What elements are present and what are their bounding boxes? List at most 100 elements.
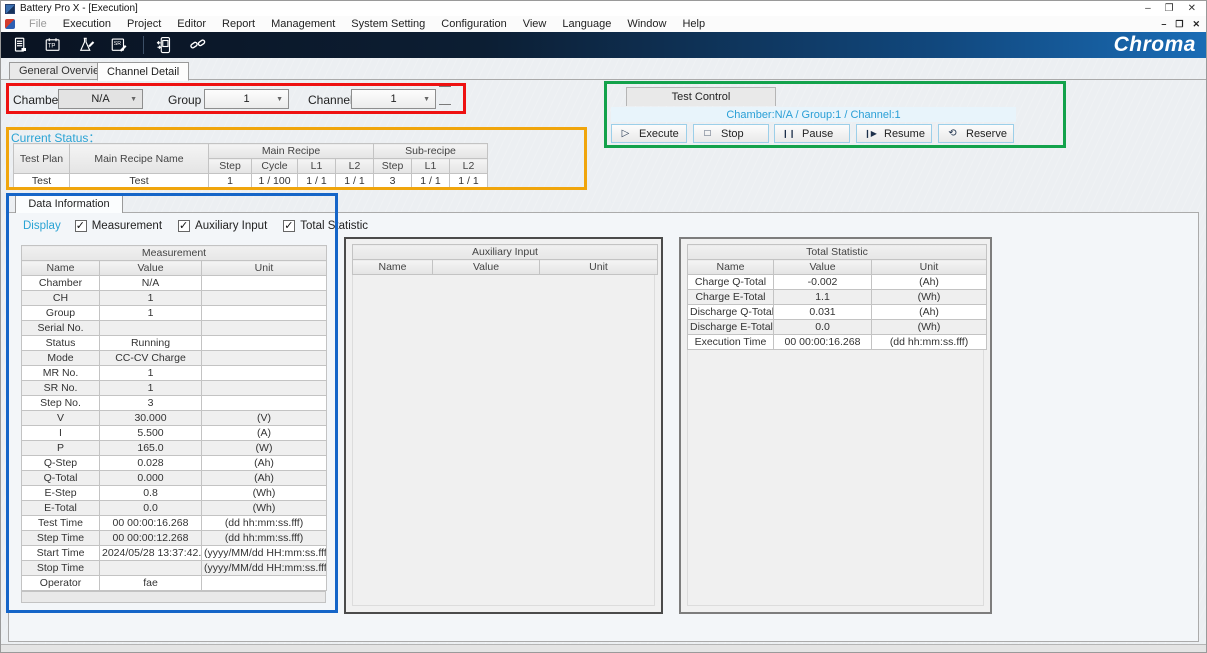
menu-language[interactable]: Language [554,18,619,30]
table-row: Charge E-Total1.1(Wh) [688,290,987,305]
table-row: ModeCC-CV Charge [22,351,327,366]
resume-label: Resume [884,128,925,140]
table-cell: SR No. [22,381,100,396]
table-cell: Start Time [22,546,100,561]
title-bar: Battery Pro X - [Execution] – ❐ ✕ [1,1,1206,16]
table-row: MR No.1 [22,366,327,381]
menu-management[interactable]: Management [263,18,343,30]
table-cell: (V) [202,411,327,426]
collapse-handle[interactable] [439,86,451,87]
table-cell: (Ah) [202,471,327,486]
mdi-close-icon[interactable]: ✕ [1192,19,1200,30]
col-sub-l1: L1 [412,159,450,174]
menu-execution[interactable]: Execution [55,18,119,30]
collapse-handle[interactable] [439,104,451,105]
total-statistic-checkbox[interactable] [283,220,295,232]
table-cell: (dd hh:mm:ss.fff) [202,516,327,531]
execute-label: Execute [639,128,679,140]
app-window: Battery Pro X - [Execution] – ❐ ✕ File E… [0,0,1207,653]
menu-project[interactable]: Project [119,18,169,30]
total-statistic-checkbox-group[interactable]: Total Statistic [283,220,368,232]
test-control-tab[interactable]: Test Control [626,87,776,106]
menu-help[interactable]: Help [674,18,713,30]
menu-window[interactable]: Window [619,18,674,30]
device-transfer-icon[interactable] [154,35,176,55]
table-cell [202,291,327,306]
table-cell: -0.002 [774,275,872,290]
col-test-plan: Test Plan [14,144,70,174]
auxiliary-input-checkbox-group[interactable]: Auxiliary Input [178,220,267,232]
pause-button[interactable]: ❙❙ Pause [774,124,850,143]
table-row: Step No.3 [22,396,327,411]
mdi-document-icon [5,19,15,29]
mdi-window-controls: – ❐ ✕ [1161,19,1206,30]
table-row: SR No.1 [22,381,327,396]
menu-report[interactable]: Report [214,18,263,30]
measurement-table: Measurement Name Value Unit ChamberN/ACH… [21,245,327,591]
table-cell: Operator [22,576,100,591]
test-plan-editor-icon[interactable]: TP [42,35,64,55]
table-row: Group1 [22,306,327,321]
measurement-col-value: Value [100,261,202,276]
table-row: Discharge E-Total0.0(Wh) [688,320,987,335]
chamber-select[interactable]: N/A ▼ [58,89,143,109]
auxiliary-input-checkbox[interactable] [178,220,190,232]
execution-log-icon[interactable] [9,35,31,55]
table-cell: 5.500 [100,426,202,441]
table-cell: (A) [202,426,327,441]
table-cell: Q-Step [22,456,100,471]
toolbar-divider [143,36,144,54]
measurement-checkbox[interactable] [75,220,87,232]
table-cell: Mode [22,351,100,366]
menu-configuration[interactable]: Configuration [433,18,514,30]
close-icon[interactable]: ✕ [1188,3,1196,14]
mdi-minimize-icon[interactable]: – [1161,19,1166,30]
chamber-label: Chamber [13,93,62,107]
col-l2: L2 [336,159,374,174]
table-row: TestTest11 / 1001 / 11 / 131 / 11 / 1 [14,174,488,189]
menu-view[interactable]: View [515,18,555,30]
group-label: Group [168,93,201,107]
mdi-restore-icon[interactable]: ❐ [1175,19,1183,30]
stop-button[interactable]: □ Stop [693,124,769,143]
reserve-button[interactable]: ⟲ Reserve [938,124,1014,143]
restore-icon[interactable]: ❐ [1165,3,1174,14]
table-cell: 1 [100,306,202,321]
table-cell: 3 [100,396,202,411]
group-select[interactable]: 1 ▼ [204,89,289,109]
link-icon[interactable] [187,35,209,55]
reserve-label: Reserve [966,128,1007,140]
data-information-tab[interactable]: Data Information [15,194,123,213]
measurement-title: Measurement [22,246,327,261]
chroma-logo: Chroma [1114,33,1206,57]
sub-recipe-editor-icon[interactable]: SR [108,35,130,55]
execute-button[interactable]: ▷ Execute [611,124,687,143]
table-cell [202,336,327,351]
table-cell: 1 [209,174,252,189]
table-row: I5.500(A) [22,426,327,441]
channel-select[interactable]: 1 ▼ [351,89,436,109]
chamber-value: N/A [91,93,109,105]
tab-channel-detail[interactable]: Channel Detail [97,62,189,81]
table-cell: Charge E-Total [688,290,774,305]
pause-bars-icon: ❙❙ [782,129,795,138]
recipe-editor-icon[interactable] [75,35,97,55]
minimize-icon[interactable]: – [1145,3,1151,14]
total-statistic-table: Total Statistic Name Value Unit Charge Q… [687,244,987,350]
menu-file[interactable]: File [21,18,55,30]
menu-editor[interactable]: Editor [169,18,214,30]
total-statistic-title: Total Statistic [688,245,987,260]
measurement-checkbox-group[interactable]: Measurement [75,220,162,232]
chevron-down-icon: ▼ [130,96,137,103]
menu-system-setting[interactable]: System Setting [343,18,433,30]
table-cell [100,561,202,576]
measurement-checkbox-label: Measurement [92,220,162,232]
resume-button[interactable]: ❙▶ Resume [856,124,932,143]
total-col-unit: Unit [872,260,987,275]
table-cell: (Wh) [202,486,327,501]
status-bar [1,644,1206,652]
table-cell: 00 00:00:16.268 [100,516,202,531]
current-status-table: Test Plan Main Recipe Name Main Recipe S… [13,143,488,189]
svg-text:TP: TP [48,43,56,49]
table-cell: 1 / 1 [336,174,374,189]
